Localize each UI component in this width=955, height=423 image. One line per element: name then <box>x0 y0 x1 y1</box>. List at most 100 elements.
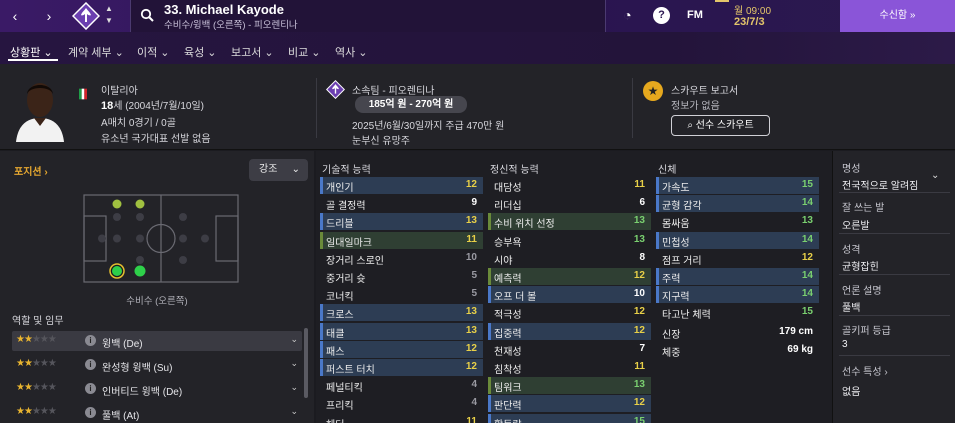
back-button[interactable]: ‹ <box>6 6 24 26</box>
attribute-row[interactable]: 예측력 12 <box>488 268 651 285</box>
chevron-down-icon[interactable]: ⌄ <box>290 358 298 369</box>
attribute-row[interactable]: 지구력 14 <box>656 286 819 304</box>
attribute-row[interactable]: 태클 13 <box>320 322 483 340</box>
attribute-value: 12 <box>465 342 477 354</box>
scout-star-icon: ★ <box>643 81 663 101</box>
attribute-row[interactable]: 코너킥 5 <box>320 286 483 303</box>
traits-label[interactable]: 선수 특성 › <box>842 363 888 378</box>
attribute-row[interactable]: 점프 거리 12 <box>656 250 819 267</box>
current-date: 23/7/3 <box>734 16 765 28</box>
nationality[interactable]: 이탈리아 <box>101 82 138 97</box>
attribute-row[interactable]: 리더십 6 <box>488 195 651 212</box>
profile-divider <box>316 78 317 138</box>
attribute-row[interactable]: 타고난 체력 15 <box>656 304 819 321</box>
attribute-name: 대담성 <box>494 183 522 194</box>
tab-overview[interactable]: 상황판 ⌄ <box>10 44 53 60</box>
attribute-row[interactable]: 일대일마크 11 <box>320 231 483 249</box>
attribute-row[interactable]: 승부욕 13 <box>488 232 651 249</box>
attribute-row[interactable]: 시야 8 <box>488 250 651 267</box>
attribute-row[interactable]: 몸싸움 13 <box>656 213 819 230</box>
attribute-row[interactable]: 대담성 11 <box>488 177 651 194</box>
role-row[interactable]: ★★★★★ i 윙백 (De) ⌄ <box>12 331 302 351</box>
up-down-arrows-icon[interactable]: ▲ ▼ <box>103 3 115 27</box>
roles-title: 역할 및 임무 <box>12 316 64 327</box>
attribute-row[interactable]: 수비 위치 선정 13 <box>488 213 651 231</box>
attribute-row[interactable]: 페널티킥 4 <box>320 377 483 394</box>
inbox-continue-button[interactable]: 수신함 » <box>840 0 955 32</box>
emphasis-dropdown[interactable]: 강조 ⌄ <box>249 159 308 181</box>
search-icon[interactable] <box>140 8 154 22</box>
attribute-row[interactable]: 천재성 7 <box>488 341 651 358</box>
attribute-row[interactable]: 가속도 15 <box>656 177 819 194</box>
weight-value: 69 kg <box>787 344 813 355</box>
forward-button[interactable]: › <box>40 6 58 26</box>
info-divider <box>839 274 950 275</box>
chevron-down-icon[interactable]: ⌄ <box>290 334 298 345</box>
attribute-row[interactable]: 활동량 15 <box>488 413 651 423</box>
info-icon[interactable]: i <box>85 359 96 370</box>
tab-reports[interactable]: 보고서 ⌄ <box>231 44 274 60</box>
personality-value: 균형잡힌 <box>842 262 879 273</box>
attribute-name: 적극성 <box>494 310 522 322</box>
attribute-row[interactable]: 드리블 13 <box>320 213 483 231</box>
club-name[interactable]: 소속팀 - 피오렌티나 <box>352 82 435 97</box>
fm-menu-button[interactable]: FM <box>687 9 703 21</box>
attribute-row[interactable]: 오프 더 볼 10 <box>488 286 651 304</box>
attribute-row[interactable]: 판단력 12 <box>488 395 651 413</box>
attribute-value: 11 <box>466 415 477 423</box>
player-search-box[interactable]: 33. Michael Kayode 수비수/윙백 (오른쪽) - 피오렌티나 <box>130 0 606 32</box>
attribute-row[interactable]: 크로스 13 <box>320 304 483 322</box>
attribute-row[interactable]: 골 결정력 9 <box>320 195 483 212</box>
roles-scrollbar[interactable] <box>304 328 308 398</box>
info-icon[interactable]: i <box>85 407 96 418</box>
attribute-row[interactable]: 팀워크 13 <box>488 377 651 395</box>
help-icon[interactable]: ? <box>653 7 670 24</box>
pitch-caption: 수비수 (오른쪽) <box>126 296 188 307</box>
attribute-row[interactable]: 적극성 12 <box>488 304 651 321</box>
attribute-name: 몸싸움 <box>662 219 690 231</box>
scout-button-label: 선수 스카우트 <box>695 120 754 131</box>
info-icon[interactable]: i <box>85 335 96 346</box>
attribute-row[interactable]: 프리킥 4 <box>320 395 483 412</box>
attribute-row[interactable]: 패스 12 <box>320 340 483 358</box>
position-title[interactable]: 포지션 › <box>14 163 48 178</box>
attribute-name: 프리킥 <box>326 401 354 413</box>
attribute-row[interactable]: 개인기 12 <box>320 177 483 194</box>
chevron-down-icon: ⌄ <box>291 164 300 175</box>
attribute-row[interactable]: 장거리 스로인 10 <box>320 250 483 267</box>
chevron-down-icon[interactable]: ⌄ <box>290 382 298 393</box>
role-row[interactable]: ★★★★★ i 완성형 윙백 (Su) ⌄ <box>12 355 302 375</box>
scout-player-button[interactable]: ⌕ 선수 스카우트 <box>671 115 770 136</box>
chevron-down-icon[interactable]: ⌄ <box>931 170 939 181</box>
personality-label: 성격 <box>842 245 861 256</box>
age-line: 18세 (2004년/7월/10일) <box>101 97 204 112</box>
attribute-row[interactable]: 헤더 11 <box>320 414 483 423</box>
fiorentina-badge-icon[interactable] <box>72 2 100 30</box>
attribute-row[interactable]: 주력 14 <box>656 268 819 285</box>
attribute-value: 5 <box>471 270 477 281</box>
attribute-name: 타고난 체력 <box>662 310 711 322</box>
technical-title: 기술적 능력 <box>322 165 371 176</box>
attribute-name: 균형 감각 <box>662 201 702 213</box>
tab-development[interactable]: 육성 ⌄ <box>184 44 217 60</box>
info-icon[interactable]: i <box>85 383 96 394</box>
news-icon[interactable]: ◔ <box>619 7 636 24</box>
age-birthdate: 세 (2004년/7월/10일) <box>113 101 204 112</box>
attribute-row[interactable]: 퍼스트 터치 12 <box>320 359 483 376</box>
attribute-row[interactable]: 침착성 11 <box>488 359 651 376</box>
attribute-row[interactable]: 집중력 12 <box>488 322 651 340</box>
tab-history[interactable]: 역사 ⌄ <box>335 44 368 60</box>
attribute-row[interactable]: 균형 감각 14 <box>656 195 819 213</box>
tab-compare[interactable]: 비교 ⌄ <box>288 44 321 60</box>
date-display[interactable]: 월 09:00 23/7/3 <box>712 0 784 32</box>
tab-contract[interactable]: 계약 세부 ⌄ <box>68 44 124 60</box>
tab-transfer[interactable]: 이적 ⌄ <box>137 44 170 60</box>
attribute-row[interactable]: 민첩성 14 <box>656 231 819 249</box>
transfer-value-pill[interactable]: 185억 원 - 270억 원 <box>355 96 467 113</box>
attribute-name: 패스 <box>326 346 345 358</box>
attribute-row[interactable]: 중거리 슛 5 <box>320 268 483 285</box>
attribute-value: 13 <box>801 215 813 227</box>
role-row[interactable]: ★★★★★ i 풀백 (At) ⌄ <box>12 403 302 423</box>
role-row[interactable]: ★★★★★ i 인버티드 윙백 (De) ⌄ <box>12 379 302 399</box>
chevron-down-icon[interactable]: ⌄ <box>290 406 298 417</box>
